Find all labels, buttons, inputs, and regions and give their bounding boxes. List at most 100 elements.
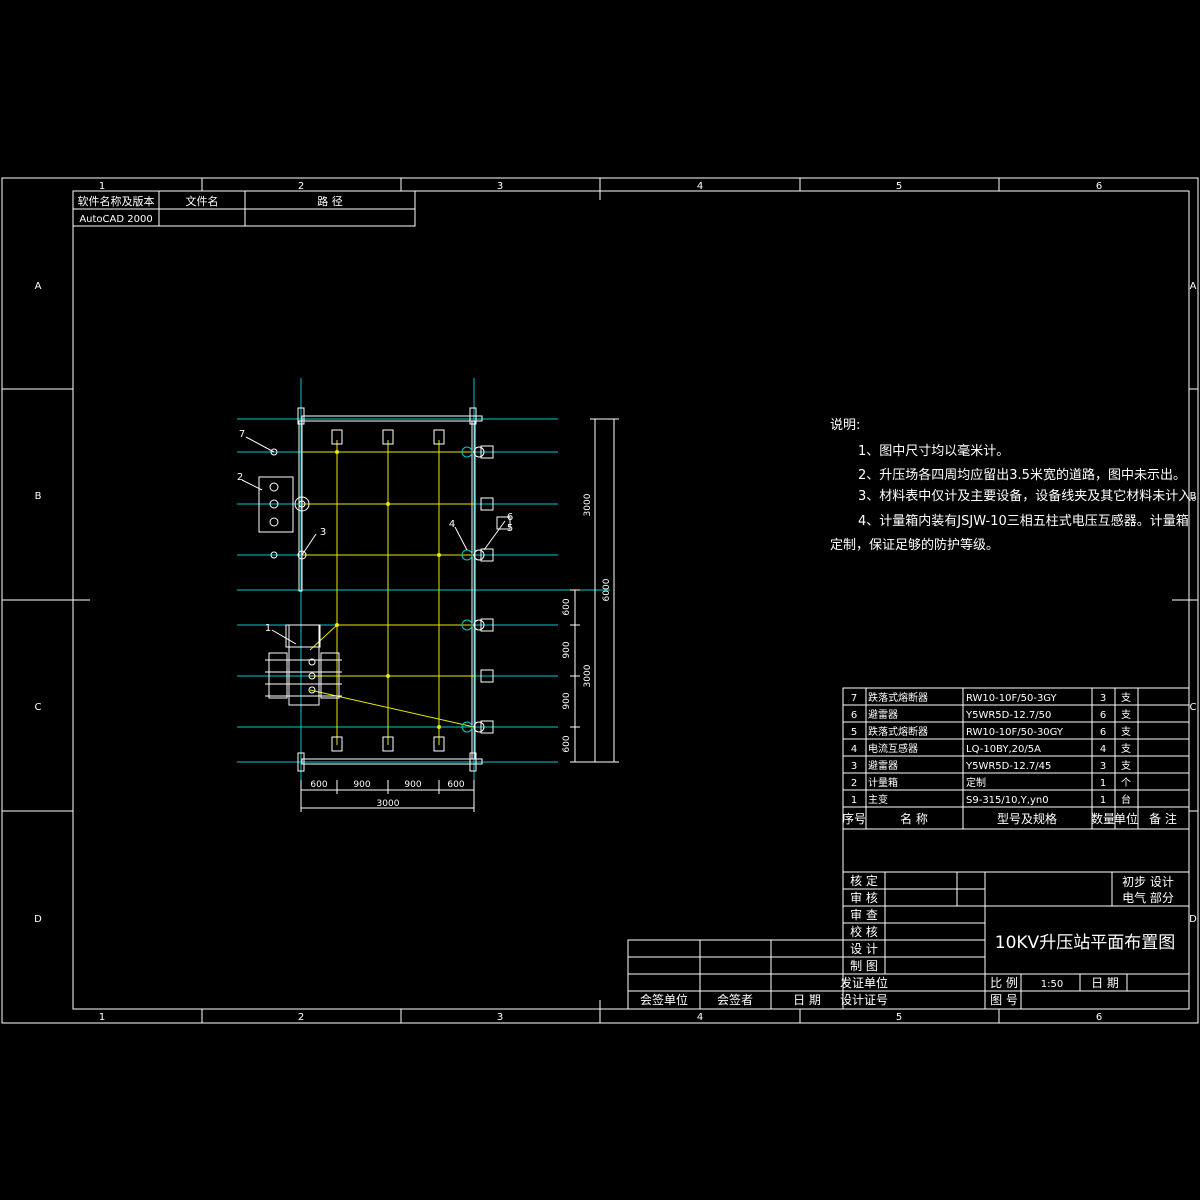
role-review: 审 核 — [850, 890, 878, 905]
bom-row-unit: 支 — [1121, 709, 1131, 721]
row-label-a-left: A — [35, 281, 42, 292]
bom-row-model: Y5WR5D-12.7/45 — [965, 761, 1051, 772]
col-label-5-top: 5 — [896, 181, 902, 192]
dim-right-seg-4: 600 — [562, 735, 572, 752]
filename-header: 文件名 — [186, 194, 219, 208]
row-label-d-right: D — [1189, 914, 1197, 925]
bom-row-name: 计量箱 — [868, 776, 898, 789]
bom-header-unit: 单位 — [1114, 811, 1138, 826]
path-header: 路 径 — [317, 195, 343, 208]
software-header: 软件名称及版本 — [78, 194, 155, 208]
col-label-6-top: 6 — [1096, 181, 1102, 192]
row-label-b-left: B — [35, 491, 42, 502]
row-label-a-right: A — [1190, 281, 1197, 292]
row-label-c-right: C — [1190, 702, 1197, 713]
note-3: 3、材料表中仅计及主要设备，设备线夹及其它材料未计入。 — [858, 488, 1200, 504]
note-1: 1、图中尺寸均以毫米计。 — [858, 443, 1009, 459]
zone-labels: 1 2 3 4 5 6 1 2 3 4 5 6 A B C D A B C D — [34, 181, 1197, 1023]
callout-3: 3 — [320, 527, 326, 538]
callout-4: 4 — [449, 519, 455, 530]
role-approve: 核 定 — [850, 873, 878, 888]
bom-row-model: LQ-10BY,20/5A — [966, 744, 1041, 755]
bom-row-seq: 1 — [851, 795, 857, 806]
dim-bottom-2: 900 — [353, 780, 370, 790]
bom-row-name: 避雷器 — [868, 759, 898, 772]
bom-row-qty: 1 — [1100, 778, 1106, 789]
note-4: 4、计量箱内装有JSJW-10三相五柱式电压互感器。计量箱 — [858, 513, 1189, 529]
bom-row-qty: 6 — [1100, 710, 1106, 721]
note-2: 2、升压场各四周均应留出3.5米宽的道路，图中未示出。 — [858, 467, 1186, 483]
bom-row-qty: 1 — [1100, 795, 1106, 806]
bom-header-model: 型号及规格 — [997, 811, 1057, 826]
bom-row-unit: 台 — [1121, 793, 1131, 806]
role-design: 设 计 — [850, 942, 878, 956]
role-examine: 审 查 — [850, 907, 878, 922]
notes-heading: 说明: — [830, 418, 860, 433]
dim-right-seg-3: 900 — [562, 692, 572, 709]
cad-drawing: 1 2 3 4 5 6 1 2 3 4 5 6 A B C D A B C D … — [1, 177, 1200, 1024]
bom-row-unit: 支 — [1121, 692, 1131, 704]
bom-row-name: 避雷器 — [868, 708, 898, 721]
bom-row-unit: 支 — [1121, 743, 1131, 755]
bom-row-name: 电流互感器 — [868, 742, 918, 755]
col-label-3-bottom: 3 — [497, 1012, 503, 1023]
bom-row-unit: 支 — [1121, 760, 1131, 772]
bom-header-remark: 备 注 — [1149, 811, 1177, 826]
dim-right-seg-2: 900 — [562, 641, 572, 658]
bom-row-seq: 5 — [851, 727, 857, 738]
row-label-d-left: D — [34, 914, 42, 925]
col-label-3-top: 3 — [497, 181, 503, 192]
drawing-frame — [1, 177, 1199, 1024]
dim-right-seg-1: 600 — [562, 598, 572, 615]
callout-7: 7 — [239, 429, 245, 440]
dim-bottom-total: 3000 — [377, 799, 400, 809]
bom-row-qty: 3 — [1100, 693, 1106, 704]
col-label-2-top: 2 — [298, 181, 304, 192]
callout-6: 6 — [507, 512, 513, 523]
bom-row-model: RW10-10F/50-30GY — [966, 727, 1064, 738]
date-label: 日 期 — [1091, 976, 1119, 990]
bom-row-qty: 3 — [1100, 761, 1106, 772]
bom-header-name: 名 称 — [900, 811, 928, 826]
cert-label: 设计证号 — [840, 993, 888, 1007]
bom-row-name: 跌落式熔断器 — [868, 691, 928, 704]
dim-bottom-4: 600 — [447, 780, 464, 790]
bom-row-seq: 4 — [851, 744, 857, 755]
dim-right-total: 6000 — [602, 578, 612, 601]
bom-header-seq: 序号 — [842, 811, 866, 826]
col-label-1-top: 1 — [99, 181, 105, 192]
bom-row-model: S9-315/10,Y,yn0 — [966, 795, 1049, 806]
callout-5: 5 — [507, 523, 513, 534]
bom-row-model: 定制 — [966, 776, 986, 789]
bom-row-seq: 6 — [851, 710, 857, 721]
note-4-cont: 定制，保证足够的防护等级。 — [830, 537, 999, 553]
scale-label: 比 例 — [990, 976, 1018, 990]
dim-bottom-3: 900 — [404, 780, 421, 790]
countersign-person: 会签者 — [717, 992, 753, 1007]
issuer-label: 发证单位 — [840, 975, 888, 990]
countersign-date: 日 期 — [793, 993, 821, 1007]
countersign-unit: 会签单位 — [640, 992, 688, 1007]
role-draft: 制 图 — [850, 959, 878, 973]
role-check: 校 核 — [850, 924, 878, 939]
bom-row-model: RW10-10F/50-3GY — [966, 693, 1058, 704]
bom-row-model: Y5WR5D-12.7/50 — [965, 710, 1051, 721]
notes: 说明: 1、图中尺寸均以毫米计。 2、升压场各四周均应留出3.5米宽的道路，图中… — [830, 418, 1200, 553]
bom-rows: 7 跌落式熔断器 RW10-10F/50-3GY 3 支 6 避雷器 Y5WR5D-12.7/… — [851, 691, 1131, 806]
drawing-no-label: 图 号 — [990, 993, 1018, 1007]
bom-row-qty: 6 — [1100, 727, 1106, 738]
bom-row-unit: 个 — [1121, 777, 1131, 789]
software-info-box: 软件名称及版本 文件名 路 径 AutoCAD 2000 — [72, 190, 416, 227]
bom-header-qty: 数量 — [1091, 811, 1115, 826]
dim-bottom-1: 600 — [310, 780, 327, 790]
callout-2: 2 — [237, 472, 243, 483]
bom-row-unit: 支 — [1121, 726, 1131, 738]
col-label-2-bottom: 2 — [298, 1012, 304, 1023]
bom-header: 序号 名 称 型号及规格 数量 单位 备 注 — [842, 811, 1177, 826]
drawing-title: 10KV升压站平面布置图 — [995, 933, 1175, 953]
design-stage: 初步 设计 — [1122, 875, 1174, 889]
callout-1: 1 — [265, 623, 271, 634]
bom-row-qty: 4 — [1100, 744, 1106, 755]
bom-row-seq: 3 — [851, 761, 857, 772]
col-label-5-bottom: 5 — [896, 1012, 902, 1023]
